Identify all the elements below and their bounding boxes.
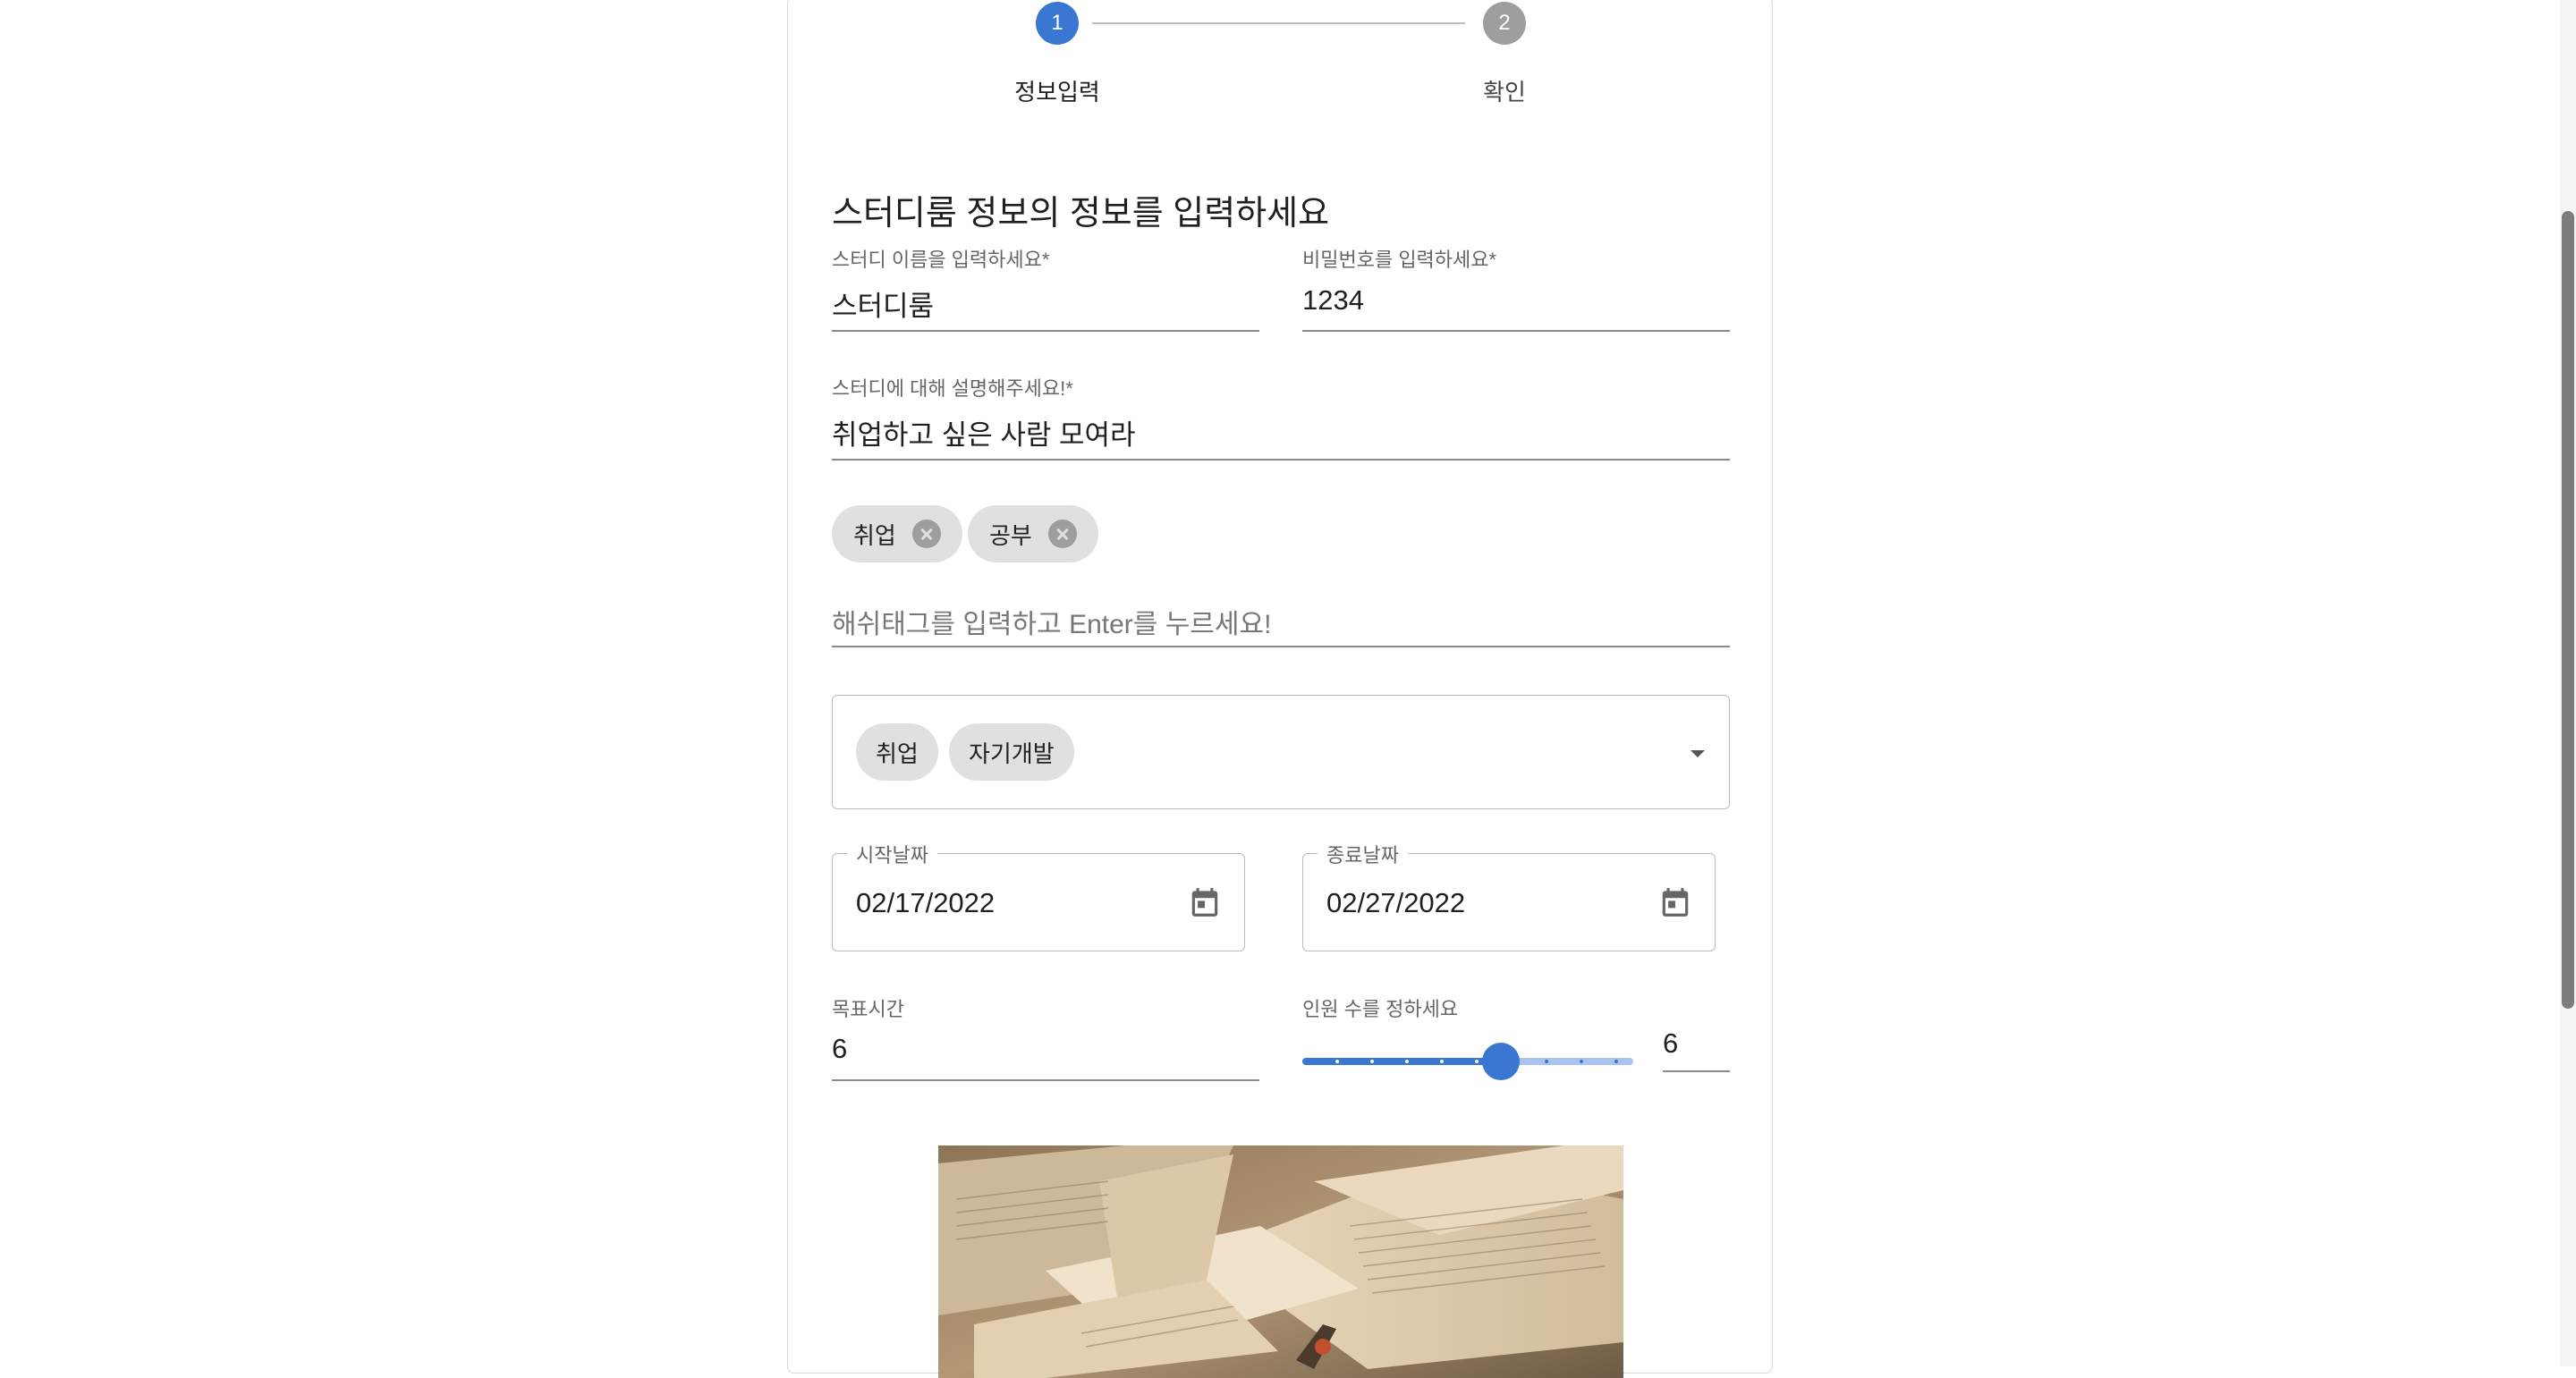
slider-tick xyxy=(1335,1060,1339,1063)
start-date-label: 시작날짜 xyxy=(847,840,937,868)
member-count-underline xyxy=(1663,1070,1730,1072)
slider-tick xyxy=(1544,1060,1548,1063)
arrow-drop-down-icon[interactable] xyxy=(1687,743,1708,765)
password-input[interactable]: 1234 xyxy=(1302,284,1364,317)
slider-track xyxy=(1302,1058,1501,1065)
slider-tick xyxy=(1369,1060,1374,1063)
category-chip: 취업 xyxy=(856,723,938,781)
study-cover-image xyxy=(938,1146,1623,1378)
password-underline xyxy=(1302,330,1730,332)
hashtag-chip-label: 취업 xyxy=(853,521,896,549)
calendar-icon[interactable] xyxy=(1658,884,1692,920)
step-2-circle[interactable]: 2 xyxy=(1483,2,1526,45)
scrollbar-thumb[interactable] xyxy=(2562,211,2574,1009)
member-count-input[interactable]: 6 xyxy=(1663,1027,1678,1060)
scrollbar[interactable] xyxy=(2560,0,2576,1366)
category-chip-label: 취업 xyxy=(876,740,919,767)
hashtag-chip[interactable]: 취업 xyxy=(832,505,962,562)
step-1-circle[interactable]: 1 xyxy=(1036,2,1079,45)
category-chip: 자기개발 xyxy=(949,723,1074,781)
hashtag-input-field[interactable]: 해쉬태그를 입력하고 Enter를 누르세요! xyxy=(832,595,1730,648)
member-count-slider[interactable] xyxy=(1302,1043,1633,1080)
study-name-field[interactable]: 스터디 이름을 입력하세요* 스터디룸 xyxy=(832,244,1259,332)
study-name-input[interactable]: 스터디룸 xyxy=(832,283,934,324)
hashtag-chip[interactable]: 공부 xyxy=(968,505,1098,562)
password-field[interactable]: 비밀번호를 입력하세요* 1234 xyxy=(1302,244,1730,332)
start-date-field[interactable]: 시작날짜 02/17/2022 xyxy=(832,840,1245,951)
category-select[interactable]: 취업 자기개발 xyxy=(832,695,1730,809)
cancel-icon[interactable] xyxy=(911,520,941,548)
step-1-label: 정보입력 xyxy=(1014,79,1100,106)
step-1-number: 1 xyxy=(1051,11,1063,35)
calendar-icon[interactable] xyxy=(1188,884,1222,920)
hashtag-chip-label: 공부 xyxy=(989,521,1032,549)
slider-tick xyxy=(1579,1060,1583,1063)
step-2-label: 확인 xyxy=(1483,79,1526,106)
goal-time-input[interactable]: 6 xyxy=(832,1033,847,1065)
goal-time-label: 목표시간 xyxy=(832,998,904,1020)
goal-time-underline xyxy=(832,1079,1259,1081)
end-date-field[interactable]: 종료날짜 02/27/2022 xyxy=(1302,840,1716,951)
form-title: 스터디룸 정보의 정보를 입력하세요 xyxy=(832,195,1330,232)
hashtag-input[interactable]: 해쉬태그를 입력하고 Enter를 누르세요! xyxy=(832,602,1271,641)
slider-tick xyxy=(1614,1060,1618,1063)
study-name-underline xyxy=(832,330,1259,332)
step-connector xyxy=(1092,22,1465,24)
cancel-icon[interactable] xyxy=(1047,520,1077,548)
study-name-label: 스터디 이름을 입력하세요* xyxy=(832,249,1050,271)
description-field[interactable]: 스터디에 대해 설명해주세요!* 취업하고 싶은 사람 모여라 xyxy=(832,373,1730,461)
slider-tick xyxy=(1474,1060,1479,1063)
form-card: 1 2 정보입력 확인 스터디룸 정보의 정보를 입력하세요 스터디 이름을 입… xyxy=(787,0,1773,1378)
description-label: 스터디에 대해 설명해주세요!* xyxy=(832,377,1073,400)
password-label: 비밀번호를 입력하세요* xyxy=(1302,249,1497,271)
member-count-label: 인원 수를 정하세요 xyxy=(1302,998,1459,1020)
slider-thumb[interactable] xyxy=(1482,1043,1520,1080)
slider-tick xyxy=(1404,1060,1409,1063)
start-date-input[interactable]: 02/17/2022 xyxy=(856,887,995,919)
description-underline xyxy=(832,459,1730,461)
end-date-label: 종료날짜 xyxy=(1318,840,1408,868)
end-date-input[interactable]: 02/27/2022 xyxy=(1326,887,1465,919)
slider-tick xyxy=(1439,1060,1444,1063)
hashtag-underline xyxy=(832,646,1730,647)
category-chip-label: 자기개발 xyxy=(969,740,1055,767)
description-input[interactable]: 취업하고 싶은 사람 모여라 xyxy=(832,412,1136,452)
step-2-number: 2 xyxy=(1498,11,1511,35)
goal-time-field[interactable]: 목표시간 6 xyxy=(832,993,1259,1081)
member-count-field[interactable]: 6 xyxy=(1663,1022,1730,1076)
books-illustration xyxy=(938,1146,1623,1378)
